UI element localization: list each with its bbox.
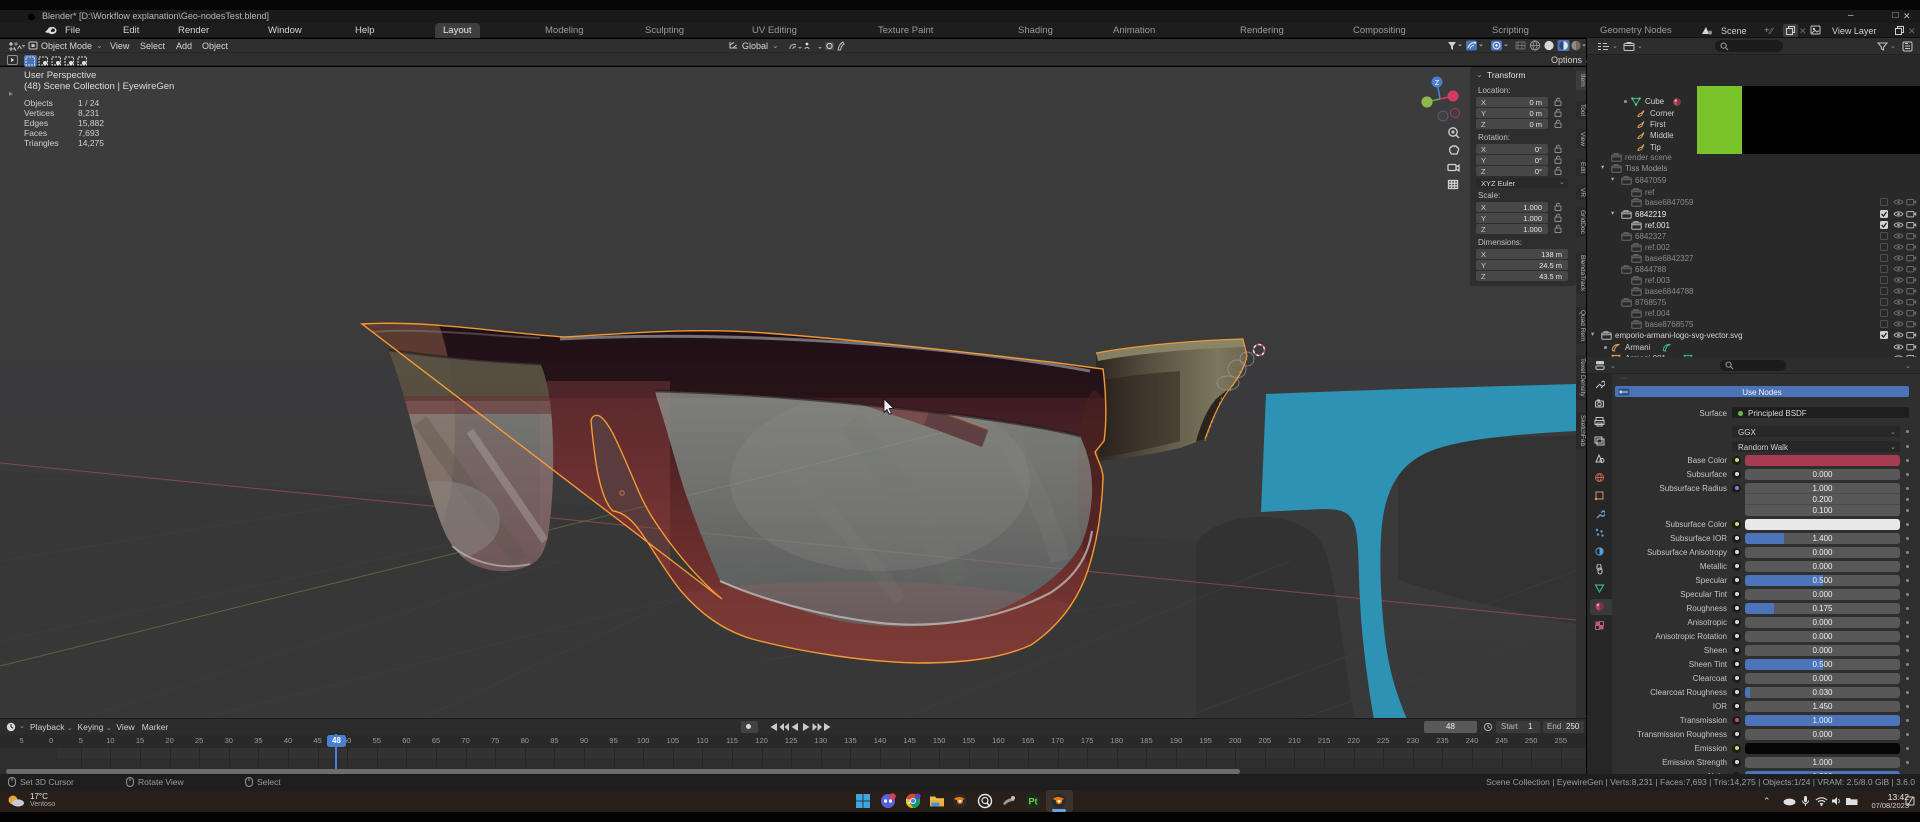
svg-text:Pt: Pt bbox=[1029, 797, 1038, 807]
svg-text:Z: Z bbox=[1435, 80, 1440, 87]
